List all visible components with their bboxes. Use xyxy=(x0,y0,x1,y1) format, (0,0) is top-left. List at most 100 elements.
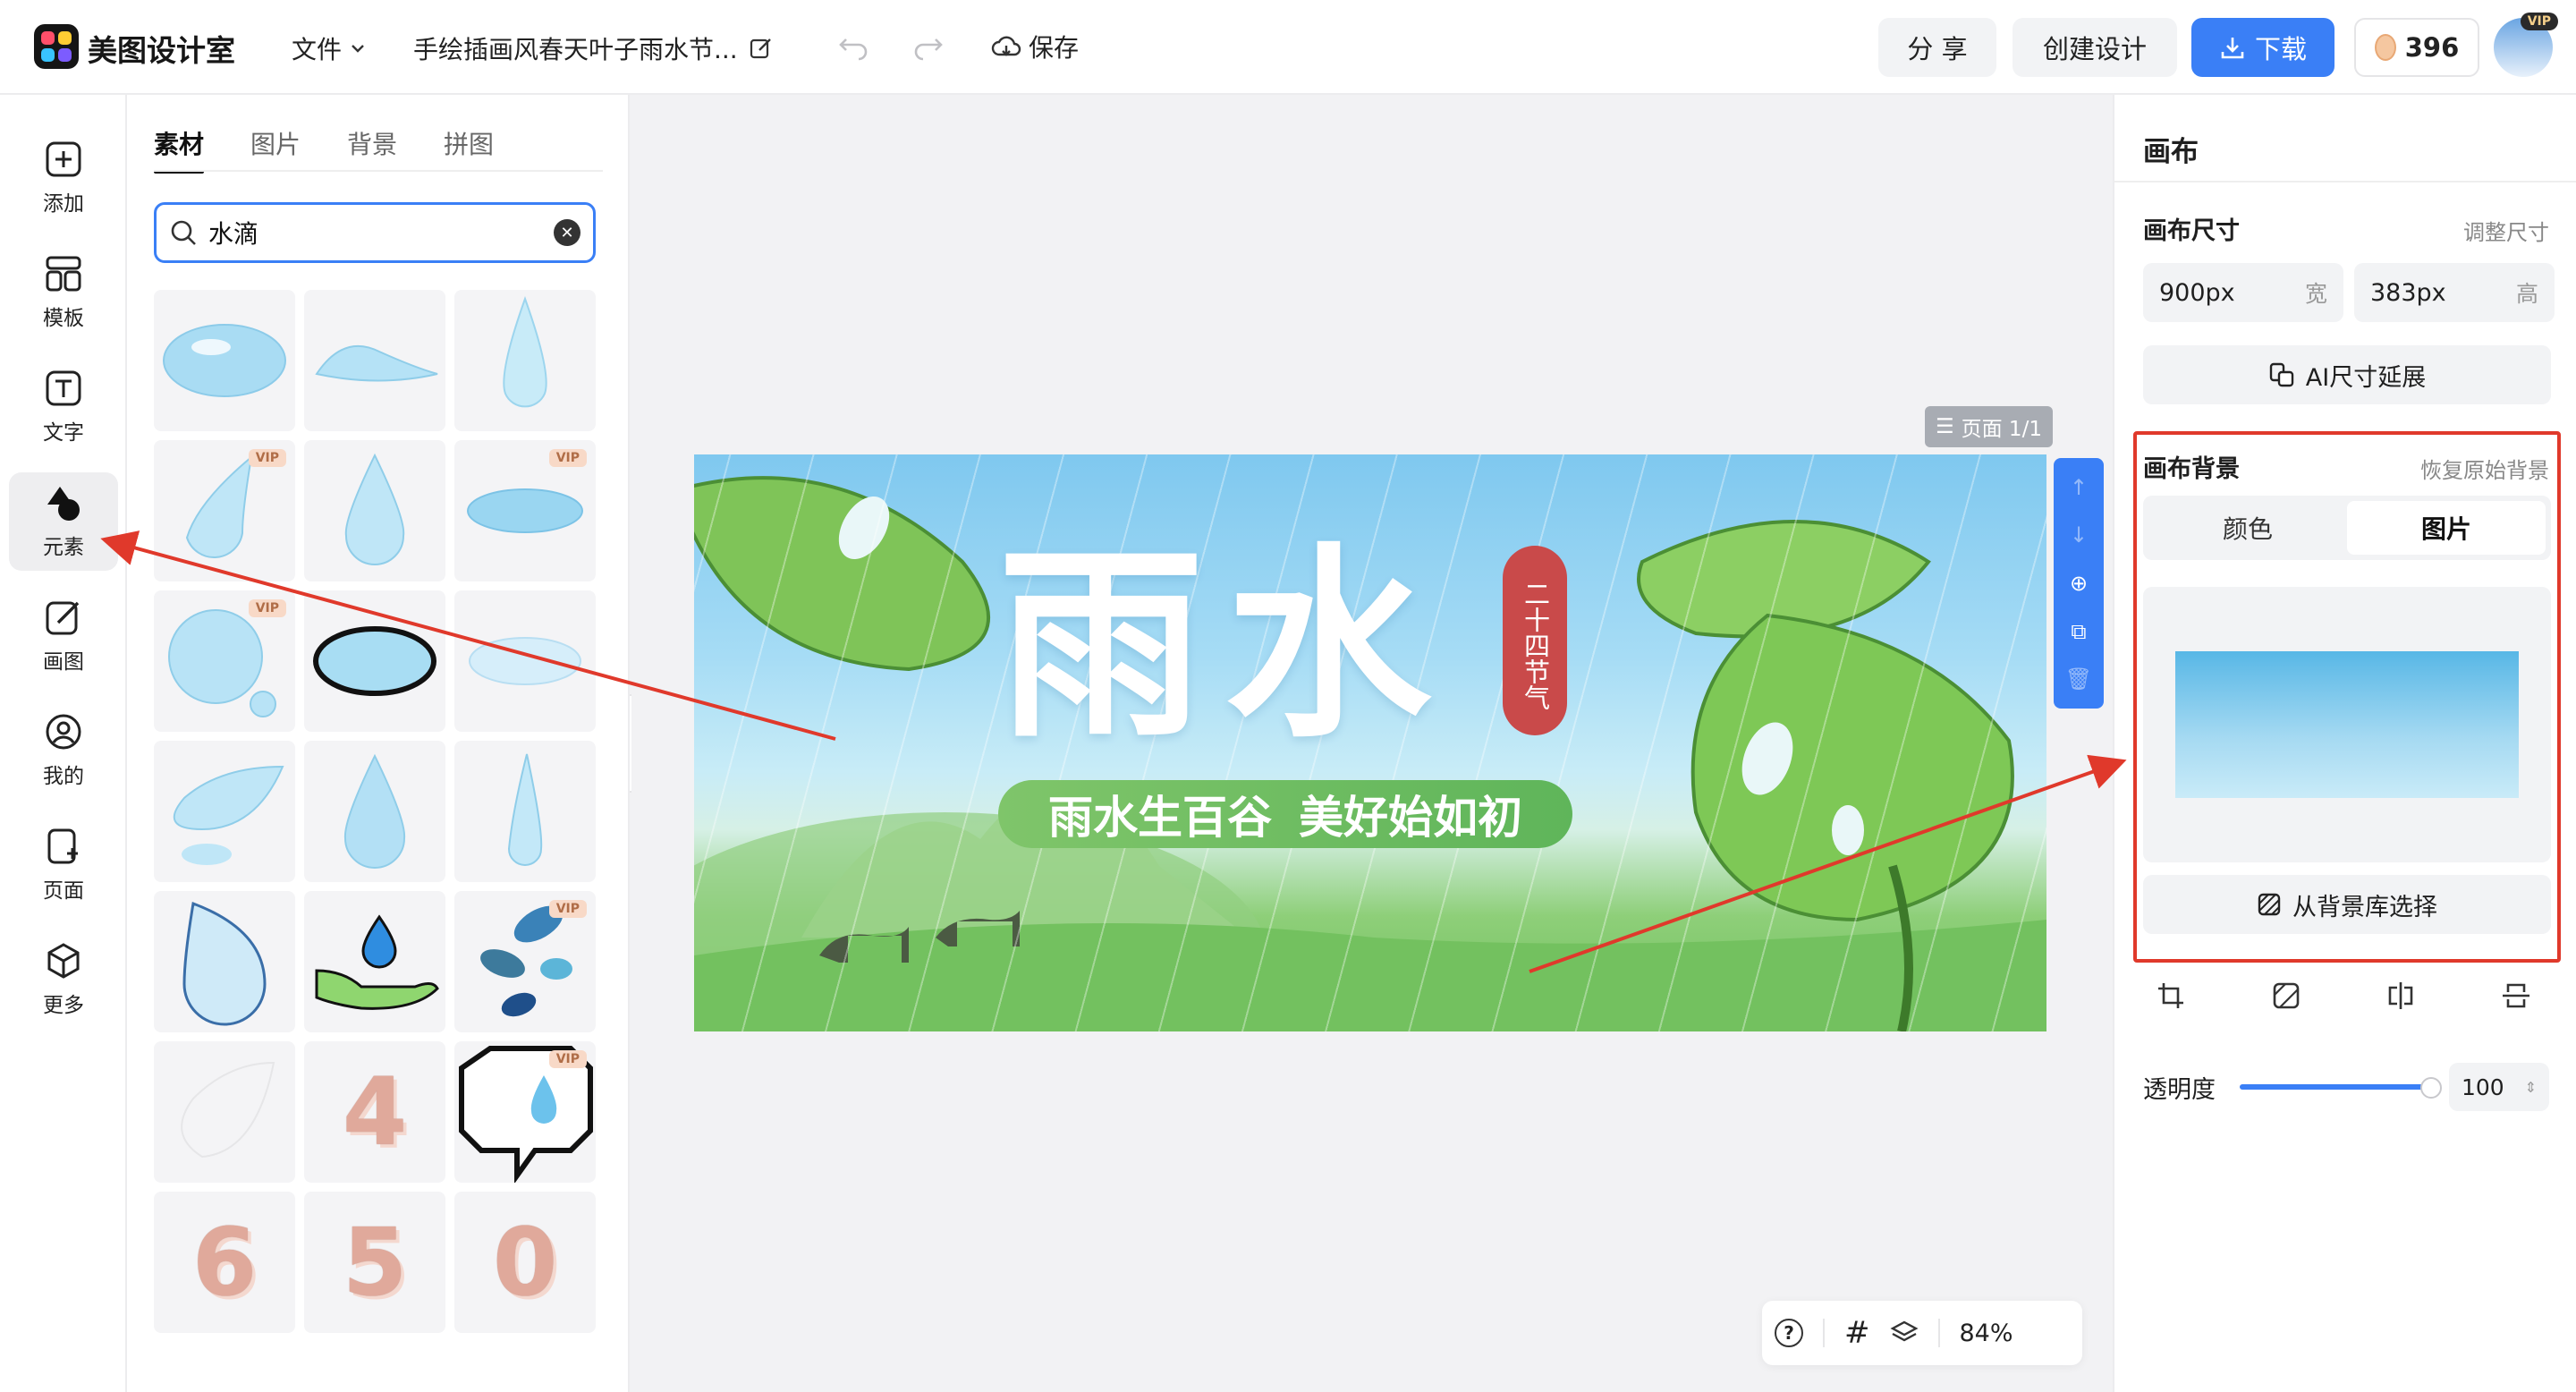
nav-mine[interactable]: 我的 xyxy=(9,701,118,800)
canvas-title[interactable]: 雨水 xyxy=(998,544,1453,750)
undo-icon[interactable] xyxy=(837,29,869,61)
hand-water-icon xyxy=(315,914,439,1010)
create-design-button[interactable]: 创建设计 xyxy=(2012,18,2177,77)
asset-tile[interactable] xyxy=(154,290,295,431)
water-drop-icon xyxy=(173,765,284,865)
nav-text[interactable]: 文字 xyxy=(9,358,118,456)
canvas-subtitle-a: 雨水生百谷 xyxy=(1048,792,1272,844)
asset-tile[interactable] xyxy=(304,590,445,732)
cloud-save-icon xyxy=(991,36,1021,56)
asset-tile[interactable] xyxy=(154,741,295,882)
save-button[interactable]: 保存 xyxy=(991,29,1079,64)
asset-tile[interactable]: VIP xyxy=(154,590,295,732)
nav-add-label: 添加 xyxy=(43,192,84,216)
page-indicator-label: 页面 1/1 xyxy=(1961,418,2042,441)
list-icon: ☰ xyxy=(1936,415,1954,438)
asset-tile[interactable]: 5 xyxy=(304,1192,445,1333)
asset-tile[interactable]: VIP xyxy=(154,440,295,581)
pages-icon xyxy=(47,828,78,864)
texture-icon[interactable] xyxy=(2271,980,2301,1011)
nav-elements[interactable]: 元素 xyxy=(9,472,118,571)
vip-badge: VIP xyxy=(248,449,286,467)
asset-tile[interactable]: 0 xyxy=(454,1192,596,1333)
asset-tile[interactable] xyxy=(454,590,596,732)
asset-tile[interactable] xyxy=(304,741,445,882)
asset-tile[interactable] xyxy=(454,290,596,431)
asset-tile[interactable] xyxy=(154,891,295,1032)
asset-tile[interactable]: 6 xyxy=(154,1192,295,1333)
asset-tile[interactable] xyxy=(454,741,596,882)
water-drop-icon xyxy=(185,454,253,558)
app-name: 美图设计室 xyxy=(88,33,235,68)
crop-icon[interactable] xyxy=(2156,980,2186,1011)
share-button[interactable]: 分 享 xyxy=(1878,18,1996,77)
number-balloon: 4 xyxy=(342,1057,408,1167)
download-button[interactable]: 下载 xyxy=(2191,18,2334,77)
move-up-icon[interactable]: ↑ xyxy=(2070,475,2088,500)
layers-icon[interactable] xyxy=(1889,1319,1919,1347)
nav-add[interactable]: 添加 xyxy=(9,129,118,227)
coins-count: 396 xyxy=(2404,32,2460,63)
elements-icon xyxy=(47,487,80,521)
duplicate-page-icon[interactable]: ⧉ xyxy=(2071,619,2086,644)
water-drop-icon xyxy=(313,626,436,696)
asset-tile[interactable] xyxy=(304,290,445,431)
asset-tile[interactable] xyxy=(304,891,445,1032)
height-field[interactable]: 383px 高 xyxy=(2354,263,2555,322)
asset-tile[interactable]: VIP xyxy=(454,891,596,1032)
clear-search-icon[interactable]: ✕ xyxy=(554,219,580,246)
nav-draw-label: 画图 xyxy=(43,650,84,674)
user-avatar[interactable]: VIP xyxy=(2494,13,2558,77)
add-page-icon[interactable]: ⊕ xyxy=(2070,571,2088,596)
opacity-slider[interactable] xyxy=(2240,1084,2429,1090)
asset-tile[interactable]: VIP xyxy=(454,1041,596,1183)
divider xyxy=(2114,181,2576,182)
water-drop-icon xyxy=(163,324,286,397)
tab-backgrounds[interactable]: 背景 xyxy=(347,125,397,161)
water-drop-icon xyxy=(168,609,276,717)
page-indicator[interactable]: ☰ 页面 1/1 xyxy=(1925,406,2053,447)
stepper-icon[interactable]: ⇕ xyxy=(2525,1079,2537,1096)
move-down-icon[interactable]: ↓ xyxy=(2070,522,2088,547)
vip-badge: VIP xyxy=(548,1050,587,1068)
width-field[interactable]: 900px 宽 xyxy=(2143,263,2343,322)
draw-icon xyxy=(46,601,80,635)
water-drop-icon xyxy=(343,753,406,869)
opacity-slider-handle[interactable] xyxy=(2420,1077,2442,1099)
redo-icon[interactable] xyxy=(912,29,945,61)
zoom-level[interactable]: 84% xyxy=(1960,1320,2013,1347)
height-unit: 高 xyxy=(2515,281,2538,307)
asset-tile[interactable] xyxy=(154,1041,295,1183)
vip-badge: VIP xyxy=(248,599,286,617)
ai-extend-button[interactable]: AI尺寸延展 xyxy=(2143,345,2551,404)
download-label: 下载 xyxy=(2254,34,2307,64)
coins-button[interactable]: 396 xyxy=(2354,18,2479,77)
flip-horizontal-icon[interactable] xyxy=(2385,980,2416,1011)
asset-tile[interactable]: VIP xyxy=(454,440,596,581)
search-input[interactable]: 水滴 xyxy=(208,215,543,250)
asset-tile[interactable] xyxy=(304,440,445,581)
nav-templates[interactable]: 模板 xyxy=(9,243,118,342)
grid-icon[interactable]: # xyxy=(1844,1315,1870,1351)
app-logo-icon[interactable] xyxy=(34,24,79,69)
nav-draw[interactable]: 画图 xyxy=(9,587,118,685)
opacity-input[interactable]: 100 ⇕ xyxy=(2449,1063,2549,1111)
canvas-subtitle[interactable]: 雨水生百谷 美好始如初 xyxy=(998,780,1572,848)
edit-icon[interactable] xyxy=(749,36,774,61)
nav-pages[interactable]: 页面 xyxy=(9,816,118,914)
nav-more[interactable]: 更多 xyxy=(9,930,118,1029)
file-menu[interactable]: 文件 xyxy=(292,30,367,66)
asset-tile[interactable]: 4 xyxy=(304,1041,445,1183)
asset-tabs: 素材 图片 背景 拼图 xyxy=(154,125,494,174)
tab-collage[interactable]: 拼图 xyxy=(444,125,494,161)
tab-materials[interactable]: 素材 xyxy=(154,125,205,174)
delete-page-icon[interactable]: 🗑 xyxy=(2065,666,2092,692)
design-canvas[interactable]: 雨水 二十四节气 雨水生百谷 美好始如初 xyxy=(694,454,2046,1031)
help-icon[interactable]: ? xyxy=(1775,1319,1803,1347)
document-title[interactable]: 手绘插画风春天叶子雨水节... xyxy=(413,30,774,66)
flip-vertical-icon[interactable] xyxy=(2501,980,2531,1011)
search-box[interactable]: 水滴 ✕ xyxy=(154,202,596,263)
resize-link[interactable]: 调整尺寸 xyxy=(2463,215,2549,246)
tab-images[interactable]: 图片 xyxy=(250,125,301,161)
canvas-seal[interactable]: 二十四节气 xyxy=(1503,546,1567,735)
